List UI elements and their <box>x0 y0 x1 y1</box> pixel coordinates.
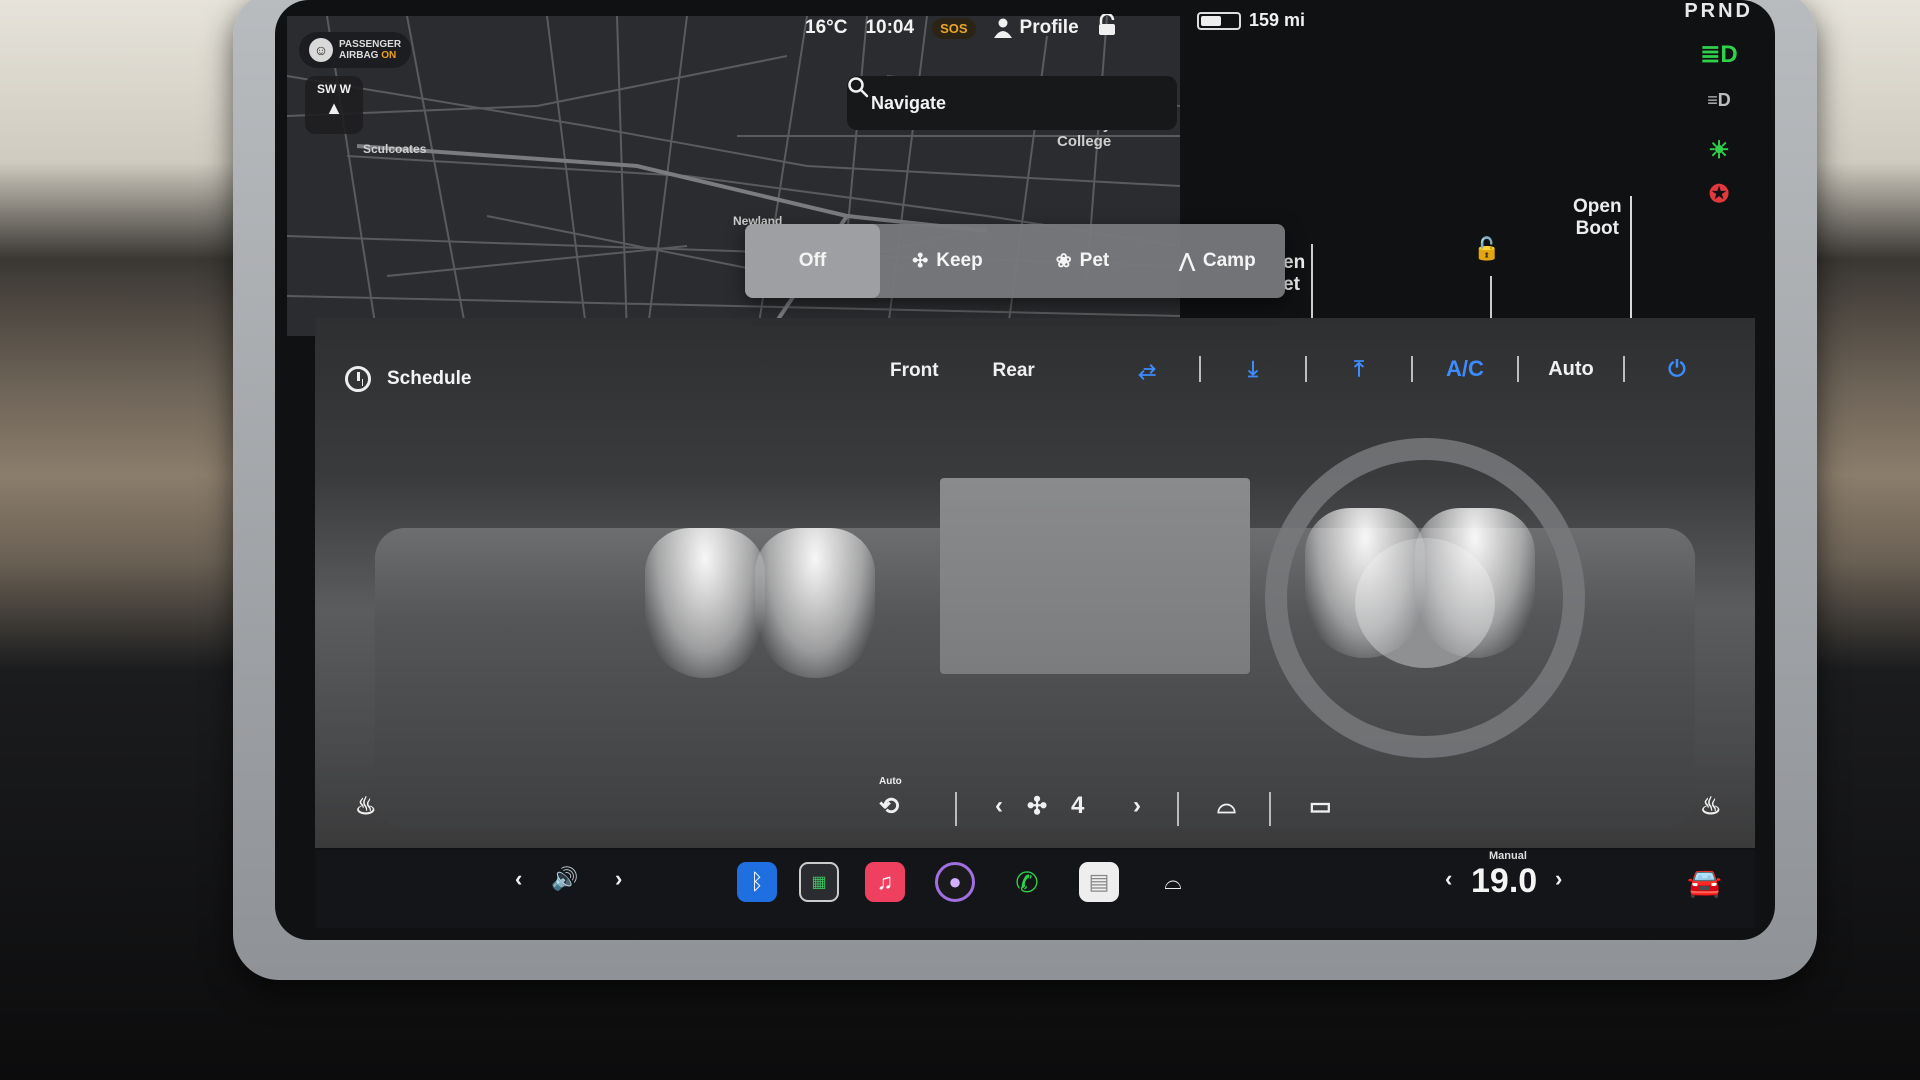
climate-controls: ⥄ ⤓ ⤒ A/C Auto ⏻ <box>1095 356 1729 382</box>
rear-defrost-icon[interactable]: ▭ <box>1309 792 1332 821</box>
compass-button[interactable]: SW W ▲ <box>305 76 363 134</box>
bottom-dock: ‹ 🔊 › ᛒ ▦ ♫ ● ✆ ▤ ⌓ ‹ Manual 19.0 › 🚘 <box>315 850 1755 928</box>
tab-front[interactable]: Front <box>870 360 973 382</box>
paw-icon: ❀ <box>1055 250 1072 272</box>
range-label: 159 mi <box>1249 10 1306 30</box>
front-defrost-icon[interactable]: ⌓ <box>1217 792 1236 820</box>
compass-arrow-icon: ▲ <box>325 98 343 118</box>
schedule-label: Schedule <box>387 368 472 389</box>
temp-mode-label: Manual <box>1489 850 1527 862</box>
boot-pointer-line <box>1630 196 1632 320</box>
temp-increase-chevron-icon[interactable]: › <box>1555 866 1562 892</box>
person-icon <box>993 18 1012 38</box>
fan-speed-value: 4 <box>1071 792 1085 819</box>
airflow-face-icon[interactable]: ⥄ <box>1095 356 1199 382</box>
climate-zone-tabs: Front Rear <box>870 360 1069 382</box>
map-label-sculcoates: Sculcoates <box>363 142 427 156</box>
open-boot-button[interactable]: Open Boot <box>1573 196 1622 240</box>
outside-temperature: 16°C <box>805 17 848 38</box>
volume-down-chevron-icon[interactable]: ‹ <box>515 866 522 892</box>
battery-fill <box>1201 15 1221 26</box>
navigate-label: Navigate <box>871 92 947 113</box>
airflow-feet-icon[interactable]: ⤓ <box>1201 356 1305 382</box>
recirc-auto-label: Auto <box>879 776 902 787</box>
airflow-windscreen-icon[interactable]: ⤒ <box>1307 356 1411 382</box>
mode-keep-label: Keep <box>936 250 983 271</box>
airbag-state: ON <box>381 50 397 61</box>
headlights-icon: ≣D <box>1700 41 1738 68</box>
profile-button[interactable]: Profile <box>993 17 1079 39</box>
gear-indicator: PRND <box>1684 0 1753 22</box>
cabin-temperature[interactable]: 19.0 <box>1471 862 1537 901</box>
clock-time: 10:04 <box>865 17 915 38</box>
charge-port-pointer-line <box>1490 276 1492 320</box>
fan-decrease-chevron-icon[interactable]: ‹ <box>995 792 1003 820</box>
mode-pet-button[interactable]: ❀ Pet <box>1015 224 1150 298</box>
clock-icon <box>345 366 371 392</box>
navigate-search[interactable]: Navigate <box>847 76 1177 130</box>
fan-icon: ✣ <box>912 250 929 272</box>
climate-bottom-bar: ♨ Auto ⟲ ‹ ✣ 4 › ⌓ ▭ ♨ <box>315 770 1755 846</box>
bluetooth-icon[interactable]: ᛒ <box>737 862 777 902</box>
compass-heading: SW W <box>317 82 351 96</box>
battery-status: 159 mi <box>1197 10 1305 31</box>
airflow-visual <box>755 528 875 678</box>
recirculation-icon[interactable]: ⟲ <box>879 792 899 821</box>
airflow-visual <box>645 528 765 678</box>
seatbelt-warning-icon: ✪ <box>1708 181 1730 208</box>
fan-icon: ✣ <box>1027 793 1048 820</box>
battery-icon <box>1197 11 1241 30</box>
frunk-pointer-line <box>1311 244 1313 324</box>
fan-increase-chevron-icon[interactable]: › <box>1133 792 1141 820</box>
mode-keep-button[interactable]: ✣ Keep <box>880 224 1015 298</box>
auto-button[interactable]: Auto <box>1519 358 1623 381</box>
mode-off-button[interactable]: Off <box>745 224 880 298</box>
airflow-visual <box>1305 508 1425 658</box>
tent-icon: ⋀ <box>1179 250 1195 272</box>
volume-icon[interactable]: 🔊 <box>551 866 578 892</box>
volume-up-chevron-icon[interactable]: › <box>615 866 622 892</box>
ac-button[interactable]: A/C <box>1413 356 1517 382</box>
app-launcher-icon[interactable]: ▦ <box>799 862 839 902</box>
schedule-button[interactable]: Schedule <box>345 366 471 392</box>
temp-decrease-chevron-icon[interactable]: ‹ <box>1445 866 1452 892</box>
airbag-label-line1: PASSENGER <box>339 39 402 50</box>
notes-icon[interactable]: ▤ <box>1079 862 1119 902</box>
airflow-visual <box>1415 508 1535 658</box>
climate-power-icon[interactable]: ⏻ <box>1625 356 1729 382</box>
auto-headlights-icon: ≡D <box>1707 90 1731 110</box>
passenger-seat-heater-icon[interactable]: ♨ <box>1700 792 1722 821</box>
camera-icon[interactable]: ● <box>935 862 975 902</box>
car-icon[interactable]: 🚘 <box>1687 866 1722 899</box>
phone-icon[interactable]: ✆ <box>1007 862 1047 902</box>
airbag-label-line2: AIRBAG <box>339 50 379 61</box>
wiper-icon[interactable]: ⌓ <box>1153 862 1193 902</box>
passenger-airbag-indicator: ☺ PASSENGER AIRBAG ON <box>299 32 412 68</box>
music-icon[interactable]: ♫ <box>865 862 905 902</box>
climate-panel: Schedule Front Rear ⥄ ⤓ ⤒ A/C Auto ⏻ ♨ A… <box>315 318 1755 848</box>
mode-camp-button[interactable]: ⋀ Camp <box>1150 224 1285 298</box>
status-bar: 16°C 10:04 SOS Profile <box>805 12 1117 42</box>
lock-icon[interactable] <box>1097 12 1117 42</box>
search-icon <box>848 77 869 98</box>
climate-keeper-modes: Off ✣ Keep ❀ Pet ⋀ Camp <box>745 224 1285 298</box>
profile-label: Profile <box>1019 17 1079 38</box>
airbag-icon: ☺ <box>309 38 333 62</box>
open-frunk-button[interactable]: en et <box>1283 252 1305 296</box>
charge-port-unlock-icon[interactable]: 🔓 <box>1473 236 1500 262</box>
center-display-visual <box>940 478 1250 674</box>
parking-lights-icon: ☀ <box>1708 137 1730 164</box>
mode-off-label: Off <box>798 250 827 271</box>
driver-seat-heater-icon[interactable]: ♨ <box>355 792 377 821</box>
touchscreen: Sculcoates Newland St Mary's College ☺ P… <box>275 0 1775 940</box>
sos-button[interactable]: SOS <box>932 17 976 39</box>
mode-camp-label: Camp <box>1202 250 1256 271</box>
mode-pet-label: Pet <box>1079 250 1110 271</box>
tab-rear[interactable]: Rear <box>973 360 1069 382</box>
